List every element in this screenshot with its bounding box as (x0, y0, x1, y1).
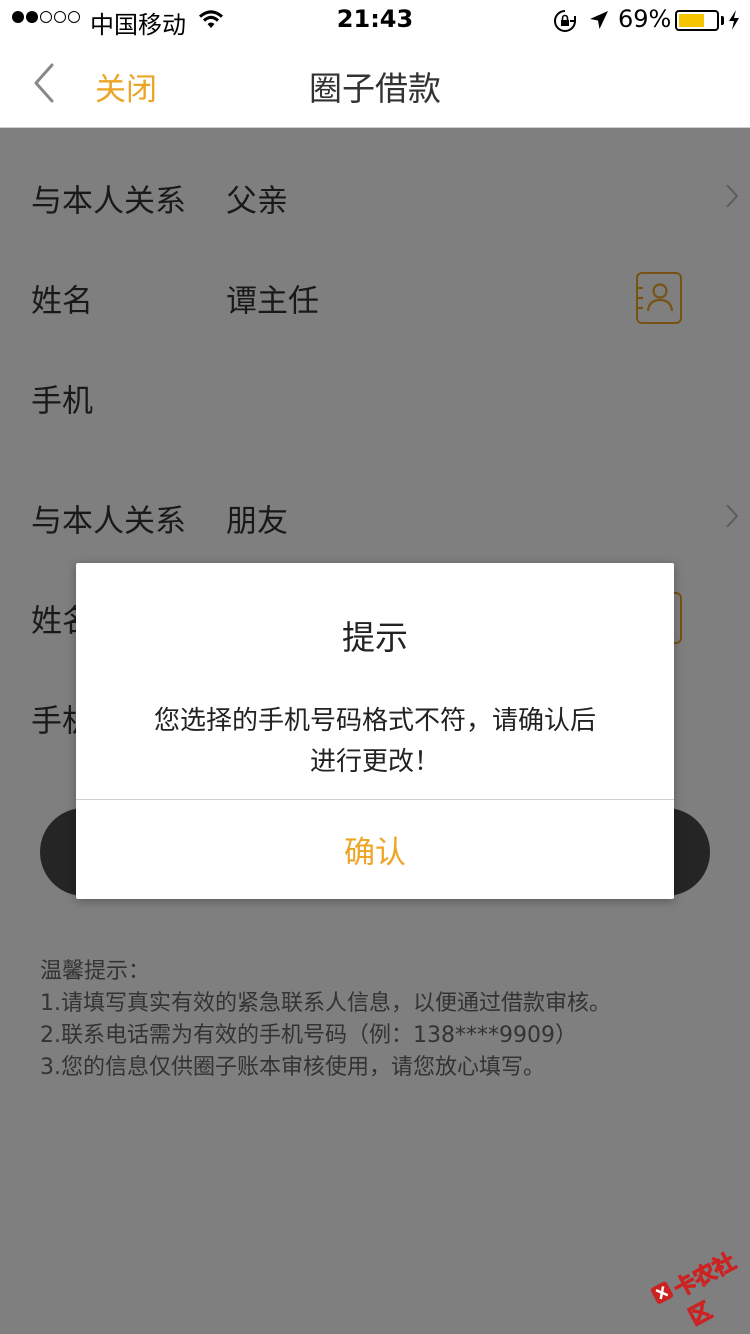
alert-message-line: 进行更改！ (309, 747, 440, 777)
confirm-button[interactable]: 确认 (76, 800, 674, 899)
battery-level (679, 14, 704, 27)
charging-bolt-icon (727, 9, 741, 35)
battery-percent: 69% (618, 5, 672, 33)
orientation-lock-icon (553, 9, 577, 37)
alert-message: 您选择的手机号码格式不符，请确认后 进行更改！ (116, 701, 634, 783)
location-arrow-icon (588, 9, 610, 35)
alert-dialog: 提示 您选择的手机号码格式不符，请确认后 进行更改！ 确认 (76, 563, 674, 899)
page-title: 圈子借款 (309, 69, 441, 108)
status-bar: 中国移动 21:43 69% (0, 0, 750, 40)
battery-icon (675, 10, 719, 31)
alert-message-line: 您选择的手机号码格式不符，请确认后 (153, 706, 596, 736)
battery-tip (721, 16, 724, 25)
navigation-bar: 关闭 圈子借款 (0, 40, 750, 128)
alert-title: 提示 (342, 618, 408, 657)
